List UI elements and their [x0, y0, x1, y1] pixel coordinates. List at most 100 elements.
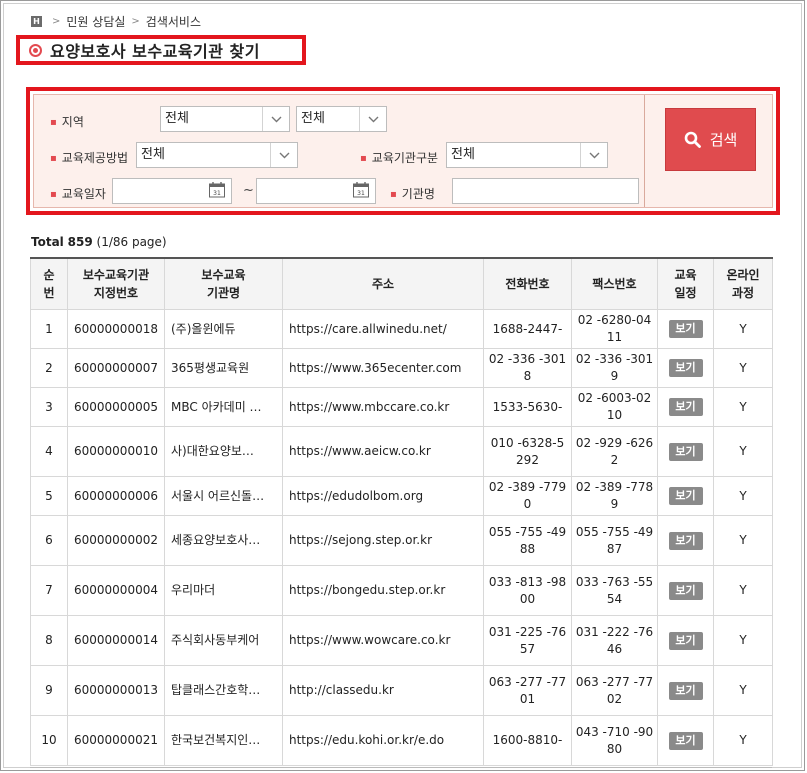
table-body: 1 60000000018 (주)올윈에듀 https://care.allwined… [30, 309, 773, 766]
table-row[interactable]: 5 60000000006 서울시 어르신돌… https://edudolbom.o… [30, 476, 773, 516]
col-header-name: 보수교육 기관명 [164, 257, 283, 310]
category-select[interactable]: 전체 [446, 142, 608, 168]
method-label: ▪ 교육제공방법 [50, 149, 128, 166]
view-schedule-button[interactable]: 보기 [668, 681, 703, 700]
search-button[interactable]: 검색 [665, 108, 756, 171]
region-select-1[interactable]: 전체 [160, 106, 290, 132]
breadcrumb-item-search[interactable]: 검색서비스 [146, 13, 201, 30]
cell-fax: 02 -336 -3019 [571, 348, 658, 388]
date-range-separator: ~ [243, 183, 254, 198]
cell-online: Y [713, 515, 773, 566]
col-header-schedule: 교육 일정 [657, 257, 714, 310]
cell-fax: 031 -222 -7646 [571, 615, 658, 666]
chevron-down-icon [359, 107, 386, 131]
cell-schedule: 보기 [657, 309, 714, 349]
view-schedule-button[interactable]: 보기 [668, 442, 703, 461]
cell-code: 60000000018 [67, 309, 165, 349]
view-schedule-button[interactable]: 보기 [668, 581, 703, 600]
cell-tel: 055 -755 -4988 [483, 515, 572, 566]
cell-fax: 055 -755 -4987 [571, 515, 658, 566]
cell-address: https://www.aeicw.co.kr [282, 426, 484, 477]
region-select-2[interactable]: 전체 [296, 106, 387, 132]
table-row[interactable]: 2 60000000007 365평생교육원 https://www.365ecent… [30, 348, 773, 388]
cell-schedule: 보기 [657, 565, 714, 616]
cell-name: 한국보건복지인… [164, 715, 283, 766]
table-row[interactable]: 6 60000000002 세종요양보호사… https://sejong.step.… [30, 515, 773, 566]
col-header-fax: 팩스번호 [571, 257, 658, 310]
cell-address: https://bongedu.step.or.kr [282, 565, 484, 616]
search-icon [684, 131, 701, 148]
cell-online: Y [713, 715, 773, 766]
col-header-code: 보수교육기관 지정번호 [67, 257, 165, 310]
region-label-text: 지역 [61, 115, 84, 129]
view-schedule-button[interactable]: 보기 [668, 359, 703, 377]
bullet-icon: ▪ [50, 153, 57, 164]
col-header-no: 순 번 [30, 257, 68, 310]
cell-address: http://classedu.kr [282, 665, 484, 716]
cell-tel: 1533-5630- [483, 387, 572, 427]
cell-schedule: 보기 [657, 665, 714, 716]
table-row[interactable]: 9 60000000013 탑클래스간호학… http://classedu.kr 06… [30, 665, 773, 716]
chevron-down-icon [262, 107, 289, 131]
date-label: ▪ 교육일자 [50, 185, 106, 202]
table-row[interactable]: 1 60000000018 (주)올윈에듀 https://care.allwined… [30, 309, 773, 349]
cell-tel: 02 -336 -3018 [483, 348, 572, 388]
svg-text:31: 31 [213, 190, 221, 197]
col-header-online: 온라인 과정 [713, 257, 773, 310]
cell-no: 3 [30, 387, 68, 427]
view-schedule-button[interactable]: 보기 [668, 531, 703, 550]
cell-address: https://care.allwinedu.net/ [282, 309, 484, 349]
category-label: ▪ 교육기관구분 [360, 149, 438, 166]
table-row[interactable]: 7 60000000004 우리마더 https://bongedu.step.or.… [30, 565, 773, 616]
bullet-icon: ▪ [50, 117, 57, 128]
method-select[interactable]: 전체 [136, 142, 298, 168]
cell-online: Y [713, 348, 773, 388]
table-row[interactable]: 4 60000000010 사)대한요양보… https://www.aeicw.co… [30, 426, 773, 477]
cell-no: 7 [30, 565, 68, 616]
table-row[interactable]: 10 60000000021 한국보건복지인… https://edu.kohi.or… [30, 715, 773, 766]
org-name-input[interactable] [452, 178, 639, 204]
cell-no: 10 [30, 715, 68, 766]
calendar-icon[interactable]: 31 [352, 181, 370, 199]
view-schedule-button[interactable]: 보기 [668, 487, 703, 505]
cell-address: https://www.mbccare.co.kr [282, 387, 484, 427]
cell-online: Y [713, 565, 773, 616]
cell-name: 세종요양보호사… [164, 515, 283, 566]
cell-name: (주)올윈에듀 [164, 309, 283, 349]
svg-text:31: 31 [357, 190, 365, 197]
home-icon[interactable]: H [31, 16, 42, 27]
cell-code: 60000000004 [67, 565, 165, 616]
table-row[interactable]: 3 60000000005 MBC 아카데미 … https://www.mbccar… [30, 387, 773, 427]
view-schedule-button[interactable]: 보기 [668, 731, 703, 750]
view-schedule-button[interactable]: 보기 [668, 398, 703, 416]
breadcrumb: H > 민원 상담실 > 검색서비스 [31, 13, 201, 30]
view-schedule-button[interactable]: 보기 [668, 320, 703, 338]
cell-tel: 031 -225 -7657 [483, 615, 572, 666]
view-schedule-button[interactable]: 보기 [668, 631, 703, 650]
cell-name: 서울시 어르신돌… [164, 476, 283, 516]
cell-tel: 010 -6328-5292 [483, 426, 572, 477]
table-row[interactable]: 8 60000000014 주식회사동부케어 https://www.wowcare.… [30, 615, 773, 666]
cell-name: MBC 아카데미 … [164, 387, 283, 427]
breadcrumb-item-counsel[interactable]: 민원 상담실 [66, 13, 125, 30]
col-header-tel: 전화번호 [483, 257, 572, 310]
region-select-2-value: 전체 [301, 111, 325, 126]
method-select-value: 전체 [141, 147, 165, 162]
cell-schedule: 보기 [657, 515, 714, 566]
search-panel-highlight: ▪ 지역 전체 전체 ▪ 교육제공방법 전체 ▪ 교육기관구분 전체 ▪ 교육일자 [26, 87, 780, 215]
col-header-address: 주소 [282, 257, 484, 310]
cell-fax: 02 -929 -6262 [571, 426, 658, 477]
calendar-icon[interactable]: 31 [208, 181, 226, 199]
total-label: Total [31, 235, 64, 249]
cell-no: 5 [30, 476, 68, 516]
bullet-icon: ▪ [360, 153, 367, 164]
region-select-1-value: 전체 [165, 111, 189, 126]
chevron-down-icon [270, 143, 297, 167]
cell-no: 8 [30, 615, 68, 666]
chevron-right-icon: > [131, 16, 140, 27]
cell-online: Y [713, 665, 773, 716]
cell-schedule: 보기 [657, 348, 714, 388]
cell-online: Y [713, 615, 773, 666]
method-label-text: 교육제공방법 [61, 151, 129, 165]
date-label-text: 교육일자 [61, 187, 106, 201]
